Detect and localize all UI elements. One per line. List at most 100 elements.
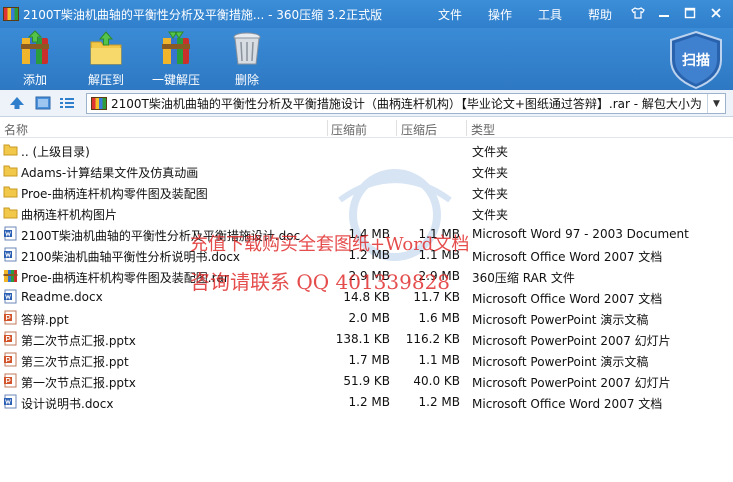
file-packed-size: 1.2 MB [418,395,460,409]
title-bar: 2100T柴油机曲轴的平衡性分析及平衡措施... - 360压缩 3.2正式版 … [0,0,733,28]
file-name: 设计说明书.docx [21,397,114,411]
one-click-extract-button[interactable]: 一键解压 [152,30,200,88]
powerpoint-icon [3,373,18,388]
minimize-icon[interactable] [653,3,675,23]
file-type: 文件夹 [472,145,509,159]
file-row[interactable]: 第三次节点汇报.ppt 1.7 MB 1.1 MB Microsoft PowerPo… [0,349,733,370]
menu-help[interactable]: 帮助 [575,6,625,23]
column-type[interactable]: 类型 [471,121,495,138]
file-row[interactable]: Readme.docx 14.8 KB 11.7 KB Microsoft Offic… [0,286,733,307]
address-bar: 2100T柴油机曲轴的平衡性分析及平衡措施设计（曲柄连杆机构）【毕业论文+图纸通… [0,90,733,117]
file-row[interactable]: 2100T柴油机曲轴的平衡性分析及平衡措施设计.doc 1.4 MB 1.1 MB M… [0,223,733,244]
folder-icon [3,142,18,157]
file-name: .. (上级目录) [21,145,90,159]
toolbar: 添加 解压到 一键解压 删除 扫描 [0,28,733,90]
list-header: 名称 压缩前 压缩后 类型 [0,118,733,138]
file-name: Proe-曲柄连杆机构零件图及装配图 [21,187,208,201]
file-packed-size: 1.1 MB [418,248,460,262]
file-name: 第三次节点汇报.ppt [21,355,129,369]
file-row[interactable]: 2100柴油机曲轴平衡性分析说明书.docx 1.2 MB 1.1 MB Micros… [0,244,733,265]
one-click-extract-icon [159,30,193,66]
file-name: Readme.docx [21,290,103,304]
file-type: Microsoft Office Word 2007 文档 [472,397,663,411]
file-size: 1.2 MB [348,395,390,409]
file-type: Microsoft PowerPoint 演示文稿 [472,355,649,369]
file-row[interactable]: Adams-计算结果文件及仿真动画 文件夹 [0,160,733,181]
file-type: 360压缩 RAR 文件 [472,271,575,285]
column-divider [327,120,328,136]
thumbnail-view-icon[interactable] [34,95,52,111]
scan-button[interactable]: 扫描 [667,30,725,90]
file-row[interactable]: 第一次节点汇报.pptx 51.9 KB 40.0 KB Microsoft Powe… [0,370,733,391]
column-divider [466,120,467,136]
rar-archive-icon [3,268,18,283]
file-packed-size: 116.2 KB [405,332,460,346]
add-button[interactable]: 添加 [18,30,52,88]
column-size[interactable]: 压缩前 [331,121,367,138]
file-type: 文件夹 [472,166,509,180]
file-size: 1.7 MB [348,353,390,367]
chevron-down-icon[interactable]: ▼ [707,94,725,113]
file-packed-size: 1.1 MB [418,353,460,367]
maximize-icon[interactable] [679,3,701,23]
file-packed-size: 1.6 MB [418,311,460,325]
file-row[interactable]: 曲柄连杆机构图片 文件夹 [0,202,733,223]
file-name: 第二次节点汇报.pptx [21,334,136,348]
file-type: Microsoft Office Word 2007 文档 [472,292,663,306]
column-name[interactable]: 名称 [4,121,28,138]
column-divider [396,120,397,136]
archive-icon [91,97,107,110]
delete-button[interactable]: 删除 [230,30,264,88]
file-packed-size: 2.9 MB [418,269,460,283]
file-name: 2100T柴油机曲轴的平衡性分析及平衡措施设计.doc [21,229,301,243]
menu-tools[interactable]: 工具 [525,6,575,23]
scan-label: 扫描 [682,53,710,69]
window-title: 2100T柴油机曲轴的平衡性分析及平衡措施... - 360压缩 3.2正式版 [23,7,383,22]
folder-icon [3,163,18,178]
file-type: Microsoft Word 97 - 2003 Document [472,227,689,241]
one-click-extract-label: 一键解压 [152,73,201,87]
file-row[interactable]: 第二次节点汇报.pptx 138.1 KB 116.2 KB Microsoft Po… [0,328,733,349]
add-archive-icon [18,30,52,66]
folder-icon [3,205,18,220]
menu-file[interactable]: 文件 [425,6,475,23]
file-size: 14.8 KB [343,290,390,304]
powerpoint-icon [3,352,18,367]
file-packed-size: 40.0 KB [413,374,460,388]
word-doc-icon [3,289,18,304]
powerpoint-icon [3,331,18,346]
app-rar-icon [3,7,19,21]
word-doc-icon [3,226,18,241]
folder-icon [3,184,18,199]
file-type: Microsoft Office Word 2007 文档 [472,250,663,264]
trash-can-icon [230,30,264,66]
delete-label: 删除 [234,73,259,87]
file-name: Adams-计算结果文件及仿真动画 [21,166,199,180]
up-arrow-icon[interactable] [8,95,26,111]
powerpoint-icon [3,310,18,325]
file-type: 文件夹 [472,187,509,201]
close-icon[interactable] [705,3,727,23]
path-field[interactable]: 2100T柴油机曲轴的平衡性分析及平衡措施设计（曲柄连杆机构）【毕业论文+图纸通… [86,93,726,114]
file-row[interactable]: 答辩.ppt 2.0 MB 1.6 MB Microsoft PowerPoint 演… [0,307,733,328]
shirt-skin-icon[interactable] [627,3,649,23]
file-row[interactable]: 设计说明书.docx 1.2 MB 1.2 MB Microsoft Office W… [0,391,733,412]
file-row[interactable]: .. (上级目录) 文件夹 [0,139,733,160]
file-name: 答辩.ppt [21,313,69,327]
file-name: 2100柴油机曲轴平衡性分析说明书.docx [21,250,241,264]
file-size: 2.9 MB [348,269,390,283]
file-name: 第一次节点汇报.pptx [21,376,136,390]
file-size: 1.2 MB [348,248,390,262]
file-packed-size: 11.7 KB [413,290,460,304]
column-packed[interactable]: 压缩后 [401,121,437,138]
file-row[interactable]: Proe-曲柄连杆机构零件图及装配图.rar 2.9 MB 2.9 MB 360压缩 … [0,265,733,286]
file-row[interactable]: Proe-曲柄连杆机构零件图及装配图 文件夹 [0,181,733,202]
file-type: Microsoft PowerPoint 2007 幻灯片 [472,376,671,390]
list-view-icon[interactable] [58,95,76,111]
extract-to-button[interactable]: 解压到 [88,30,124,88]
word-doc-icon [3,247,18,262]
file-list: 名称 压缩前 压缩后 类型 .. (上级目录) 文件夹 Adams-计算结果文件及仿… [0,118,733,482]
file-type: Microsoft PowerPoint 2007 幻灯片 [472,334,671,348]
menu-operate[interactable]: 操作 [475,6,525,23]
file-type: 文件夹 [472,208,509,222]
